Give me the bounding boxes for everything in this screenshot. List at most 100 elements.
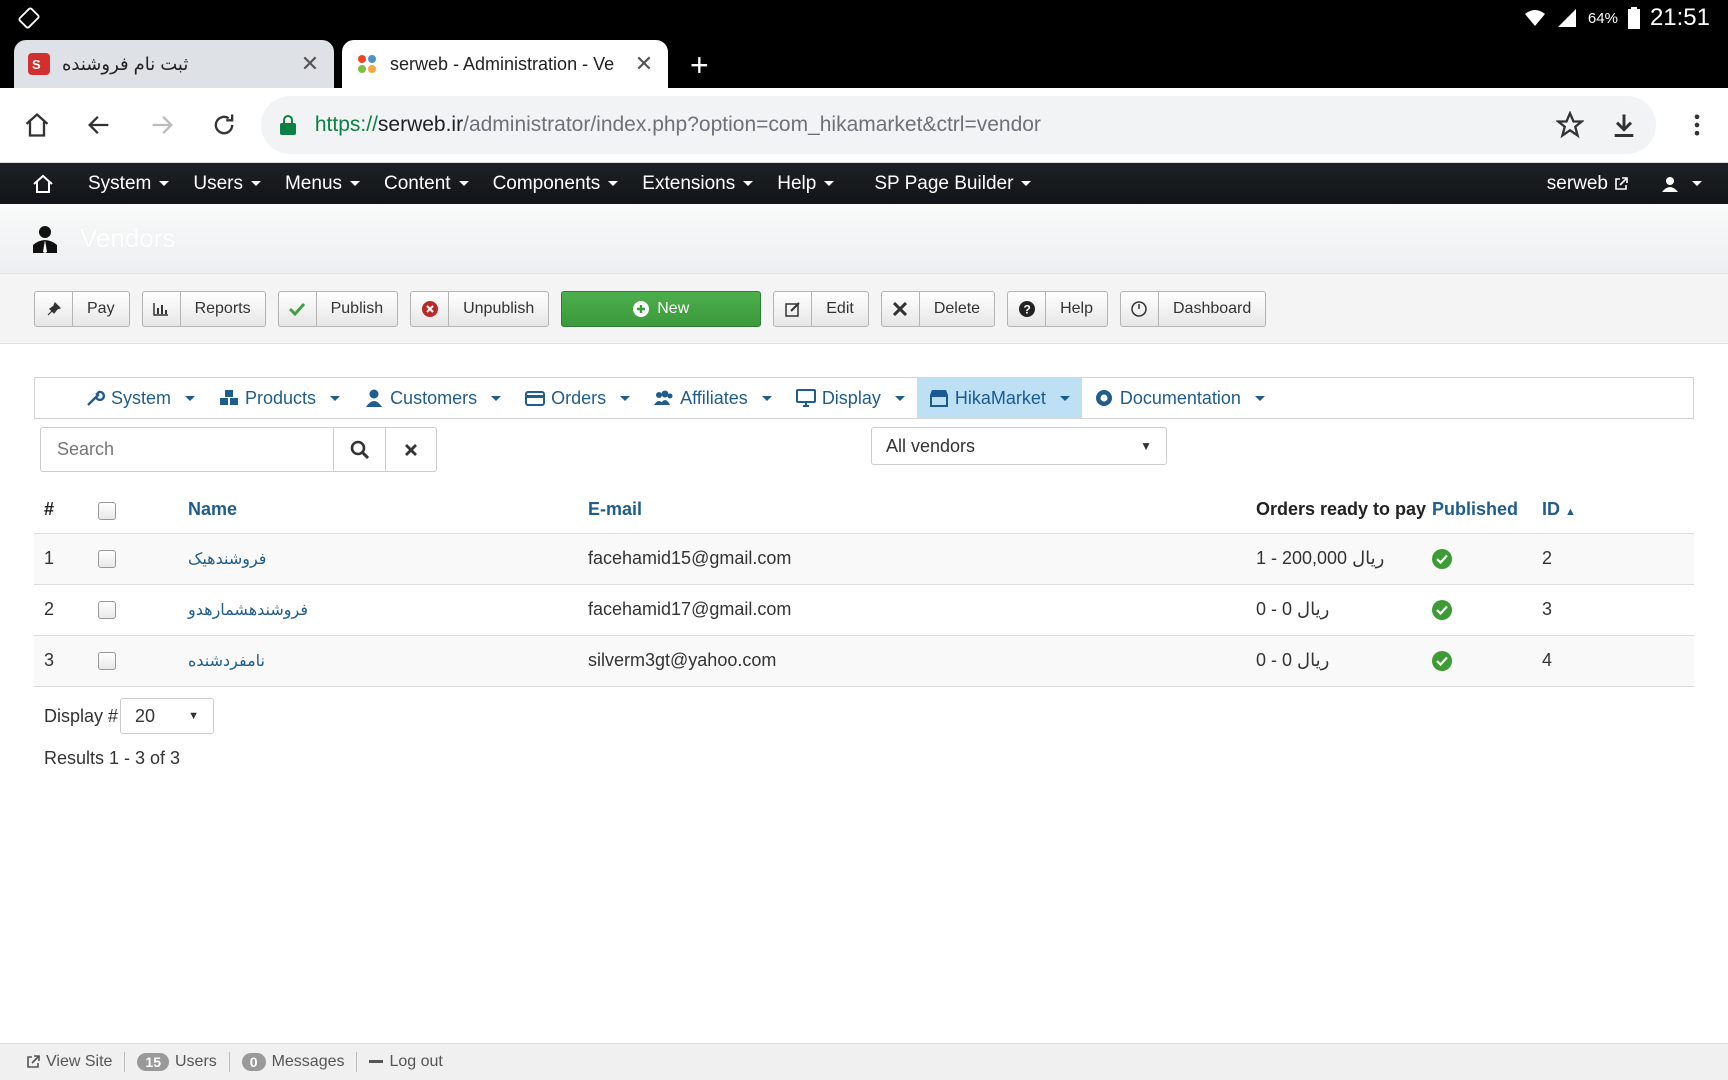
col-checkall xyxy=(98,487,188,534)
tab-close-icon[interactable]: ✕ xyxy=(634,53,654,75)
bookmark-star-icon[interactable] xyxy=(1555,111,1584,139)
joomla-favicon-icon xyxy=(358,55,376,73)
orders-ready: 1 - 200,000 ریال xyxy=(1256,533,1432,585)
row-num: 1 xyxy=(34,533,98,585)
life-ring-icon xyxy=(1095,390,1112,406)
admin-home-icon[interactable] xyxy=(0,163,76,204)
clock: 21:51 xyxy=(1649,4,1710,31)
display-limit-row: Display # 20 ▼ xyxy=(44,698,215,734)
published-check-icon[interactable] xyxy=(1432,651,1452,671)
vendor-id: 3 xyxy=(1542,584,1694,636)
limit-select[interactable]: 20 ▼ xyxy=(120,698,215,734)
home-icon[interactable] xyxy=(6,93,68,157)
messages-count-badge: 0 xyxy=(241,1053,266,1071)
reload-icon[interactable] xyxy=(193,93,255,157)
dashboard-button[interactable]: Dashboard xyxy=(1119,290,1267,327)
new-tab-icon[interactable]: + xyxy=(690,49,709,81)
check-all-checkbox[interactable] xyxy=(98,501,116,520)
delete-button[interactable]: Delete xyxy=(880,290,996,327)
store-icon xyxy=(929,390,948,407)
col-id[interactable]: ID ▲ xyxy=(1542,487,1694,534)
col-name[interactable]: Name xyxy=(188,487,588,534)
submenu-display[interactable]: Display xyxy=(784,378,917,418)
hikamarket-submenu: System Products Customers Orders Affilia… xyxy=(34,377,1694,419)
table-row: 3 نامفردشنده silverm3gt@yahoo.com 0 - 0 … xyxy=(34,635,1694,687)
dashboard-gauge-icon xyxy=(1131,300,1148,317)
orders-ready: 0 - 0 ریال xyxy=(1256,635,1432,687)
plus-circle-icon xyxy=(633,300,650,317)
published-check-icon[interactable] xyxy=(1432,600,1452,620)
row-checkbox[interactable] xyxy=(98,652,116,671)
tab-vendor-registration[interactable]: S ثبت نام فروشنده ✕ xyxy=(14,40,334,88)
tab-close-icon[interactable]: ✕ xyxy=(300,53,320,75)
pay-button[interactable]: Pay xyxy=(34,290,130,327)
col-published[interactable]: Published xyxy=(1432,487,1542,534)
published-check-icon[interactable] xyxy=(1432,549,1452,569)
credit-card-icon xyxy=(525,391,546,406)
vendor-icon xyxy=(33,225,57,253)
submenu-products[interactable]: Products xyxy=(207,378,352,418)
users-count-badge: 15 xyxy=(137,1053,169,1071)
publish-button[interactable]: Publish xyxy=(277,290,399,327)
submenu-documentation[interactable]: Documentation xyxy=(1082,378,1277,418)
menu-menus[interactable]: Menus xyxy=(273,163,372,204)
site-favicon-icon: S xyxy=(28,53,50,75)
logout-link[interactable]: Log out xyxy=(357,1052,454,1072)
forward-icon[interactable] xyxy=(130,93,192,157)
lock-icon xyxy=(279,115,296,135)
view-site-link[interactable]: View Site xyxy=(14,1052,126,1072)
unpublish-button[interactable]: Unpublish xyxy=(410,290,550,327)
download-icon[interactable] xyxy=(1610,111,1638,139)
search-icon xyxy=(350,440,369,459)
sort-asc-icon: ▲ xyxy=(1565,506,1576,519)
overflow-menu-icon[interactable] xyxy=(1666,93,1728,157)
tab-title: ثبت نام فروشنده xyxy=(62,53,189,74)
unpublish-x-icon xyxy=(421,300,438,317)
row-checkbox[interactable] xyxy=(98,601,116,620)
vendors-table: # Name E-mail Orders ready to pay Publis… xyxy=(34,487,1694,687)
address-bar: https://serweb.ir/administrator/index.ph… xyxy=(0,88,1728,163)
submenu-customers[interactable]: Customers xyxy=(352,378,513,418)
device-status-bar: 64% 21:51 xyxy=(0,0,1728,36)
users-link[interactable]: 15 Users xyxy=(125,1052,230,1072)
url-scheme: https:// xyxy=(314,113,378,136)
svg-text:S: S xyxy=(32,57,41,72)
edit-button[interactable]: Edit xyxy=(773,290,869,327)
chevron-down-icon: ▼ xyxy=(1140,439,1152,453)
close-icon xyxy=(405,443,417,456)
vendor-name-link[interactable]: فروشندهشمارهدو xyxy=(188,602,308,619)
menu-content[interactable]: Content xyxy=(372,163,481,204)
clear-search-button[interactable] xyxy=(385,427,437,472)
menu-system[interactable]: System xyxy=(76,163,181,204)
cubes-icon xyxy=(220,390,239,405)
tab-administration[interactable]: serweb - Administration - Ve ✕ xyxy=(342,40,668,88)
reports-button[interactable]: Reports xyxy=(141,290,266,327)
browser-tab-strip: S ثبت نام فروشنده ✕ serweb - Administrat… xyxy=(0,36,1728,88)
row-checkbox[interactable] xyxy=(98,550,116,569)
menu-sp-page-builder[interactable]: SP Page Builder xyxy=(862,163,1043,204)
search-button[interactable] xyxy=(334,427,386,472)
menu-extensions[interactable]: Extensions xyxy=(630,163,765,204)
user-menu[interactable] xyxy=(1640,163,1728,204)
vendor-name-link[interactable]: فروشندهیک xyxy=(188,551,266,568)
menu-help[interactable]: Help xyxy=(765,163,846,204)
vendor-email: facehamid15@gmail.com xyxy=(588,533,1256,585)
submenu-orders[interactable]: Orders xyxy=(513,378,642,418)
submenu-hikamarket[interactable]: HikaMarket xyxy=(916,378,1082,418)
table-header-row: # Name E-mail Orders ready to pay Publis… xyxy=(34,487,1694,534)
search-input[interactable] xyxy=(40,427,334,472)
vendor-name-link[interactable]: نامفردشنده xyxy=(188,653,265,670)
messages-link[interactable]: 0 Messages xyxy=(230,1052,358,1072)
vendor-filter-select[interactable]: All vendors ▼ xyxy=(871,427,1167,465)
submenu-affiliates[interactable]: Affiliates xyxy=(642,378,784,418)
site-link[interactable]: serweb xyxy=(1535,163,1640,204)
menu-components[interactable]: Components xyxy=(481,163,631,204)
menu-users[interactable]: Users xyxy=(181,163,273,204)
col-email[interactable]: E-mail xyxy=(588,487,1256,534)
help-button[interactable]: ? Help xyxy=(1007,290,1108,327)
new-button[interactable]: New xyxy=(561,290,762,327)
back-icon[interactable] xyxy=(68,93,130,157)
submenu-system[interactable]: System xyxy=(73,378,207,418)
url-field[interactable]: https://serweb.ir/administrator/index.ph… xyxy=(260,96,1656,154)
vendor-id: 4 xyxy=(1542,635,1694,687)
